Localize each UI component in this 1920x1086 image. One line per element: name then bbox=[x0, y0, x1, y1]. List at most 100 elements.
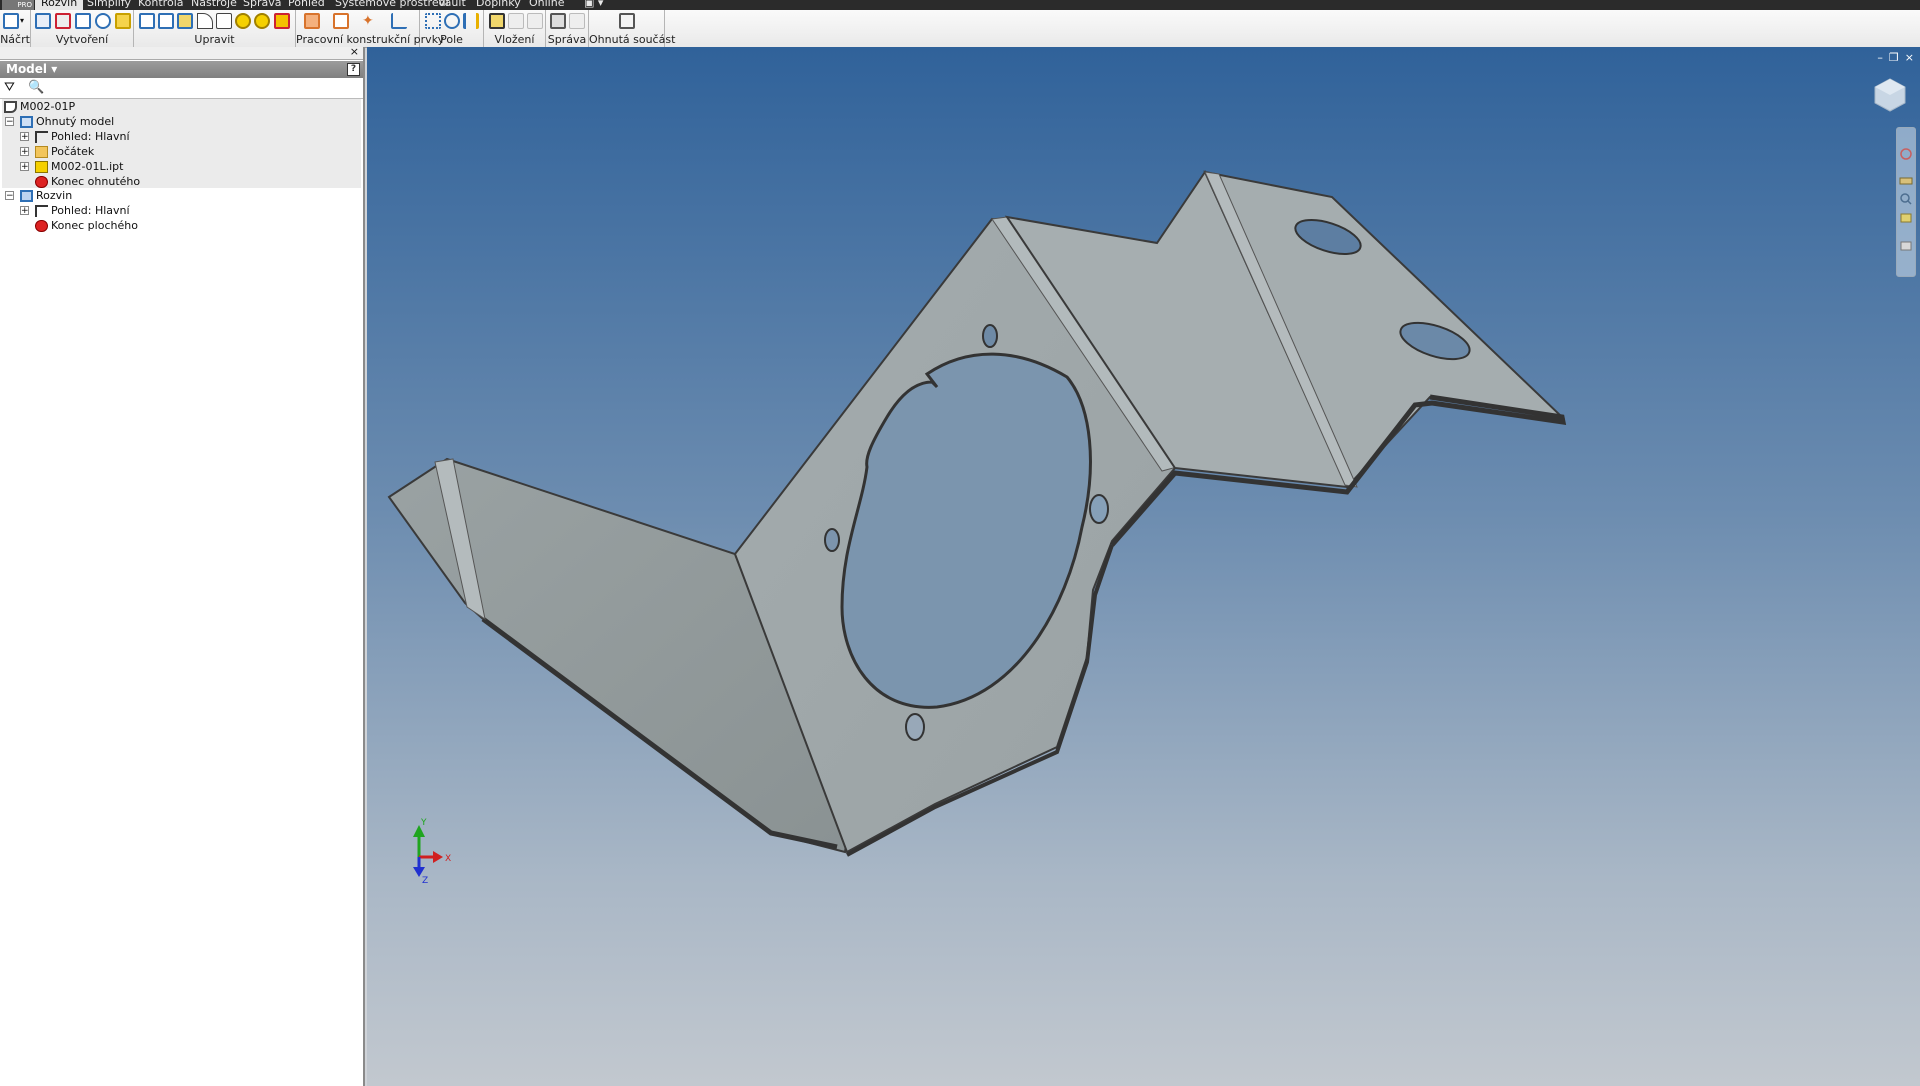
tree-node-origin[interactable]: Počátek bbox=[35, 144, 94, 159]
close-icon[interactable]: × bbox=[350, 45, 359, 58]
expand-toggle[interactable]: + bbox=[20, 206, 29, 216]
tab-doplnky[interactable]: Doplňky bbox=[476, 0, 521, 10]
flat-pattern-icon bbox=[20, 190, 33, 202]
collapse-toggle[interactable]: − bbox=[5, 191, 14, 201]
browser-title-strip: × bbox=[0, 45, 363, 60]
tree-node-end-flat[interactable]: Konec plochého bbox=[35, 218, 138, 233]
derived-part-icon bbox=[35, 161, 48, 173]
tab-sprava[interactable]: Správa bbox=[243, 0, 281, 10]
hole bbox=[824, 528, 840, 552]
hole bbox=[905, 713, 925, 741]
derive-icon[interactable] bbox=[489, 13, 505, 29]
axis-triad: Y X Z bbox=[413, 818, 451, 886]
tab-online[interactable]: Online bbox=[529, 0, 564, 10]
ribbon-panel: ▾ Náčrt Vytvoření Upravit ✦ Pracovní kon… bbox=[0, 10, 1920, 48]
group-label: Vytvoření bbox=[55, 33, 109, 46]
corner-seam-icon[interactable] bbox=[177, 13, 193, 29]
group-label: Správa bbox=[547, 33, 587, 46]
hem-icon[interactable] bbox=[254, 13, 270, 29]
group-label: Pole bbox=[440, 33, 463, 46]
group-vytvoreni: Vytvoření bbox=[31, 10, 134, 47]
tree-node-part-file[interactable]: M002-01L.ipt bbox=[35, 159, 123, 174]
group-pole: Pole bbox=[420, 10, 484, 47]
tree-node-end-bent[interactable]: Konec ohnutého bbox=[35, 174, 140, 189]
folded-model-icon bbox=[20, 116, 33, 128]
tree-node-flat[interactable]: Rozvin bbox=[20, 188, 72, 203]
axis-icon[interactable] bbox=[333, 13, 349, 29]
ucs-icon[interactable] bbox=[391, 13, 407, 29]
rectangular-pattern-icon[interactable] bbox=[425, 13, 441, 29]
lofted-flange-icon[interactable] bbox=[95, 13, 111, 29]
tab-simplify[interactable]: Simplify bbox=[87, 0, 131, 10]
group-ohnuta-soucast: Ohnutá součást bbox=[589, 10, 676, 47]
group-label: Vložení bbox=[494, 33, 535, 46]
filter-icon[interactable]: ⛛ bbox=[4, 80, 15, 95]
group-label: Upravit bbox=[194, 33, 235, 46]
sheet-metal-part[interactable] bbox=[367, 47, 1920, 1086]
browser-title[interactable]: Model bbox=[6, 62, 47, 76]
import-icon-disabled[interactable] bbox=[508, 13, 524, 29]
punch-icon[interactable] bbox=[235, 13, 251, 29]
tab-pohled[interactable]: Pohled bbox=[288, 0, 325, 10]
group-sprava: Správa bbox=[546, 10, 589, 47]
x-axis-label: X bbox=[445, 854, 451, 864]
corner-chamfer-icon[interactable] bbox=[216, 13, 232, 29]
tab-vault[interactable]: Vault bbox=[438, 0, 466, 10]
group-label: Náčrt bbox=[0, 33, 30, 46]
tree-node-view-2[interactable]: Pohled: Hlavní bbox=[35, 203, 130, 218]
expand-toggle[interactable]: + bbox=[20, 162, 29, 172]
tree-node-root[interactable]: M002-01P bbox=[4, 99, 75, 114]
parameters-icon[interactable] bbox=[550, 13, 566, 29]
tab-kontrola[interactable]: Kontrola bbox=[138, 0, 184, 10]
group-vlozeni: Vložení bbox=[484, 10, 546, 47]
corner-round-icon[interactable] bbox=[197, 13, 213, 29]
quick-access-dropdown-icon[interactable]: ▣ ▾ bbox=[584, 0, 603, 10]
group-pracovni-prvky: ✦ Pracovní konstrukční prvky bbox=[296, 10, 444, 47]
flange-icon[interactable] bbox=[35, 13, 51, 29]
view-rep-icon bbox=[35, 131, 48, 143]
tab-nastroje[interactable]: Nástroje bbox=[191, 0, 237, 10]
bend-icon[interactable] bbox=[158, 13, 174, 29]
folder-icon bbox=[35, 146, 48, 158]
tree-node-bent-model[interactable]: Ohnutý model bbox=[20, 114, 114, 129]
tab-rozvin[interactable]: Rozvin bbox=[35, 0, 84, 10]
end-of-part-icon bbox=[35, 176, 48, 188]
chevron-down-icon[interactable]: ▾ bbox=[51, 62, 57, 76]
mirror-icon[interactable] bbox=[463, 13, 479, 29]
browser-header[interactable]: Model ▾ ? bbox=[0, 61, 363, 78]
group-nacrt: ▾ Náčrt bbox=[0, 10, 31, 47]
group-label: Ohnutá součást bbox=[589, 33, 676, 46]
promote-icon-disabled[interactable] bbox=[569, 13, 585, 29]
contour-flange-icon[interactable] bbox=[55, 13, 71, 29]
cut-icon[interactable] bbox=[139, 13, 155, 29]
collapse-toggle[interactable]: − bbox=[5, 117, 14, 127]
go-to-folded-part-icon[interactable] bbox=[619, 13, 635, 29]
end-of-part-icon bbox=[35, 220, 48, 232]
browser-toolbar: ⛛ 🔍 bbox=[0, 78, 363, 99]
graphics-viewport[interactable]: – ❐ × Y X Z bbox=[367, 47, 1920, 1086]
unfold-icon[interactable] bbox=[274, 13, 290, 29]
z-axis-label: Z bbox=[422, 876, 428, 886]
tree-node-view[interactable]: Pohled: Hlavní bbox=[35, 129, 130, 144]
model-browser: × Model ▾ ? ⛛ 🔍 M002-01P − Ohnutý model … bbox=[0, 45, 365, 1086]
expand-toggle[interactable]: + bbox=[20, 132, 29, 142]
find-icon[interactable]: 🔍 bbox=[28, 80, 44, 95]
circular-pattern-icon[interactable] bbox=[444, 13, 460, 29]
hole bbox=[982, 324, 998, 348]
sketch-icon[interactable] bbox=[3, 13, 19, 29]
hole bbox=[1089, 494, 1109, 524]
part-icon bbox=[4, 101, 17, 113]
tab-systemove-prostredi[interactable]: Systémové prostředí bbox=[335, 0, 449, 10]
expand-toggle[interactable]: + bbox=[20, 147, 29, 157]
app-logo[interactable]: PRO bbox=[2, 0, 34, 10]
plane-icon[interactable] bbox=[304, 13, 320, 29]
point-icon[interactable]: ✦ bbox=[362, 13, 378, 29]
fold-icon[interactable] bbox=[115, 13, 131, 29]
view-rep-icon bbox=[35, 205, 48, 217]
help-icon[interactable]: ? bbox=[347, 63, 360, 76]
dropdown-arrow-icon[interactable]: ▾ bbox=[20, 13, 28, 29]
y-axis-label: Y bbox=[420, 818, 427, 828]
face-icon[interactable] bbox=[75, 13, 91, 29]
ribbon-tab-bar: PRO Rozvin Simplify Kontrola Nástroje Sp… bbox=[0, 0, 1920, 10]
copy-object-icon-disabled[interactable] bbox=[527, 13, 543, 29]
